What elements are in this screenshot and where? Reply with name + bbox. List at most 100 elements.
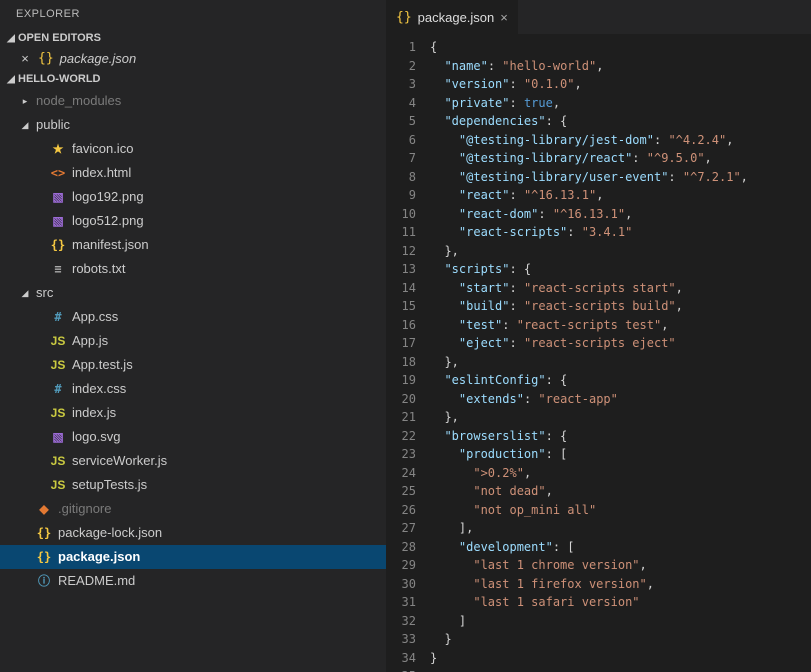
ic-braces-icon: {}	[50, 236, 66, 254]
file-item[interactable]: {} package-lock.json	[0, 521, 386, 545]
tree-item-label: package-lock.json	[58, 524, 162, 542]
code-line: "production": [	[430, 445, 811, 464]
tree-item-label: logo.svg	[72, 428, 120, 446]
line-number: 11	[386, 223, 416, 242]
file-item[interactable]: ▧ logo512.png	[0, 209, 386, 233]
code-line: ]	[430, 612, 811, 631]
file-item[interactable]: ⓘREADME.md	[0, 569, 386, 593]
folder-item[interactable]: ◢public	[0, 113, 386, 137]
file-item[interactable]: ◆ .gitignore	[0, 497, 386, 521]
file-item[interactable]: JSsetupTests.js	[0, 473, 386, 497]
code-line: "test": "react-scripts test",	[430, 316, 811, 335]
code-line: "react-scripts": "3.4.1"	[430, 223, 811, 242]
tab-filename: package.json	[418, 10, 495, 25]
json-icon: {}	[38, 51, 54, 66]
editor-tab[interactable]: {} package.json ×	[386, 0, 518, 34]
line-number: 18	[386, 353, 416, 372]
file-item[interactable]: JS index.js	[0, 401, 386, 425]
file-item[interactable]: # index.css	[0, 377, 386, 401]
file-item[interactable]: ★favicon.ico	[0, 137, 386, 161]
tree-item-label: favicon.ico	[72, 140, 133, 158]
explorer-title: EXPLORER	[0, 0, 386, 28]
tree-item-label: logo512.png	[72, 212, 144, 230]
code-line: "@testing-library/jest-dom": "^4.2.4",	[430, 131, 811, 150]
line-number: 35	[386, 667, 416, 672]
file-item[interactable]: {}package.json	[0, 545, 386, 569]
chevron-down-icon: ◢	[20, 284, 30, 302]
code-line: "last 1 chrome version",	[430, 556, 811, 575]
code-line	[430, 667, 811, 672]
ic-img-icon: ▧	[50, 188, 66, 206]
line-number: 2	[386, 57, 416, 76]
explorer-sidebar: EXPLORER ◢ OPEN EDITORS × {} package.jso…	[0, 0, 386, 672]
ic-hash-icon: #	[50, 380, 66, 398]
file-item[interactable]: <>index.html	[0, 161, 386, 185]
code-content[interactable]: { "name": "hello-world", "version": "0.1…	[430, 38, 811, 672]
line-number: 34	[386, 649, 416, 668]
folder-item[interactable]: ◢src	[0, 281, 386, 305]
code-line: "eslintConfig": {	[430, 371, 811, 390]
file-item[interactable]: ▧logo192.png	[0, 185, 386, 209]
tree-item-label: .gitignore	[58, 500, 111, 518]
ic-info-icon: ⓘ	[36, 572, 52, 590]
line-number: 33	[386, 630, 416, 649]
line-number: 17	[386, 334, 416, 353]
code-line: ">0.2%",	[430, 464, 811, 483]
code-line: }	[430, 649, 811, 668]
ic-js-icon: JS	[50, 332, 66, 350]
code-line: {	[430, 38, 811, 57]
code-line: "dependencies": {	[430, 112, 811, 131]
code-line: "eject": "react-scripts eject"	[430, 334, 811, 353]
line-number: 5	[386, 112, 416, 131]
tree-item-label: serviceWorker.js	[72, 452, 167, 470]
file-item[interactable]: ▧logo.svg	[0, 425, 386, 449]
tab-bar: {} package.json ×	[386, 0, 811, 34]
open-editors-header[interactable]: ◢ OPEN EDITORS	[0, 28, 386, 48]
file-item[interactable]: #App.css	[0, 305, 386, 329]
ic-js-icon: JS	[50, 404, 66, 422]
line-number: 1	[386, 38, 416, 57]
code-line: "development": [	[430, 538, 811, 557]
code-line: "start": "react-scripts start",	[430, 279, 811, 298]
tree-item-label: App.css	[72, 308, 118, 326]
code-area[interactable]: 1234567891011121314151617181920212223242…	[386, 34, 811, 672]
ic-braces-icon: {}	[36, 524, 52, 542]
code-line: "private": true,	[430, 94, 811, 113]
chevron-down-icon: ◢	[20, 116, 30, 134]
tree-item-label: index.js	[72, 404, 116, 422]
open-editor-item[interactable]: × {} package.json	[0, 48, 386, 69]
file-item[interactable]: {}manifest.json	[0, 233, 386, 257]
close-icon[interactable]: ×	[500, 10, 508, 25]
line-number: 8	[386, 168, 416, 187]
code-line: "build": "react-scripts build",	[430, 297, 811, 316]
ic-html-icon: <>	[50, 164, 66, 182]
line-number: 24	[386, 464, 416, 483]
close-icon[interactable]: ×	[18, 51, 32, 66]
line-number: 22	[386, 427, 416, 446]
code-line: "version": "0.1.0",	[430, 75, 811, 94]
ic-git-icon: ◆	[36, 500, 52, 518]
tree-item-label: package.json	[58, 548, 140, 566]
project-header[interactable]: ◢ HELLO-WORLD	[0, 69, 386, 89]
ic-txt-icon: ≡	[50, 260, 66, 278]
code-line: }	[430, 630, 811, 649]
line-number: 23	[386, 445, 416, 464]
line-number: 21	[386, 408, 416, 427]
file-item[interactable]: ≡robots.txt	[0, 257, 386, 281]
line-number: 3	[386, 75, 416, 94]
file-item[interactable]: JSserviceWorker.js	[0, 449, 386, 473]
folder-item[interactable]: ▸node_modules	[0, 89, 386, 113]
file-item[interactable]: JSApp.js	[0, 329, 386, 353]
line-number: 10	[386, 205, 416, 224]
code-line: },	[430, 408, 811, 427]
line-number-gutter: 1234567891011121314151617181920212223242…	[386, 38, 430, 672]
code-line: },	[430, 353, 811, 372]
ic-js-icon: JS	[50, 356, 66, 374]
ic-img-icon: ▧	[50, 212, 66, 230]
file-tree: ▸node_modules◢public★favicon.ico<>index.…	[0, 89, 386, 593]
file-item[interactable]: JSApp.test.js	[0, 353, 386, 377]
line-number: 4	[386, 94, 416, 113]
tree-item-label: index.css	[72, 380, 126, 398]
json-icon: {}	[396, 10, 412, 25]
line-number: 26	[386, 501, 416, 520]
